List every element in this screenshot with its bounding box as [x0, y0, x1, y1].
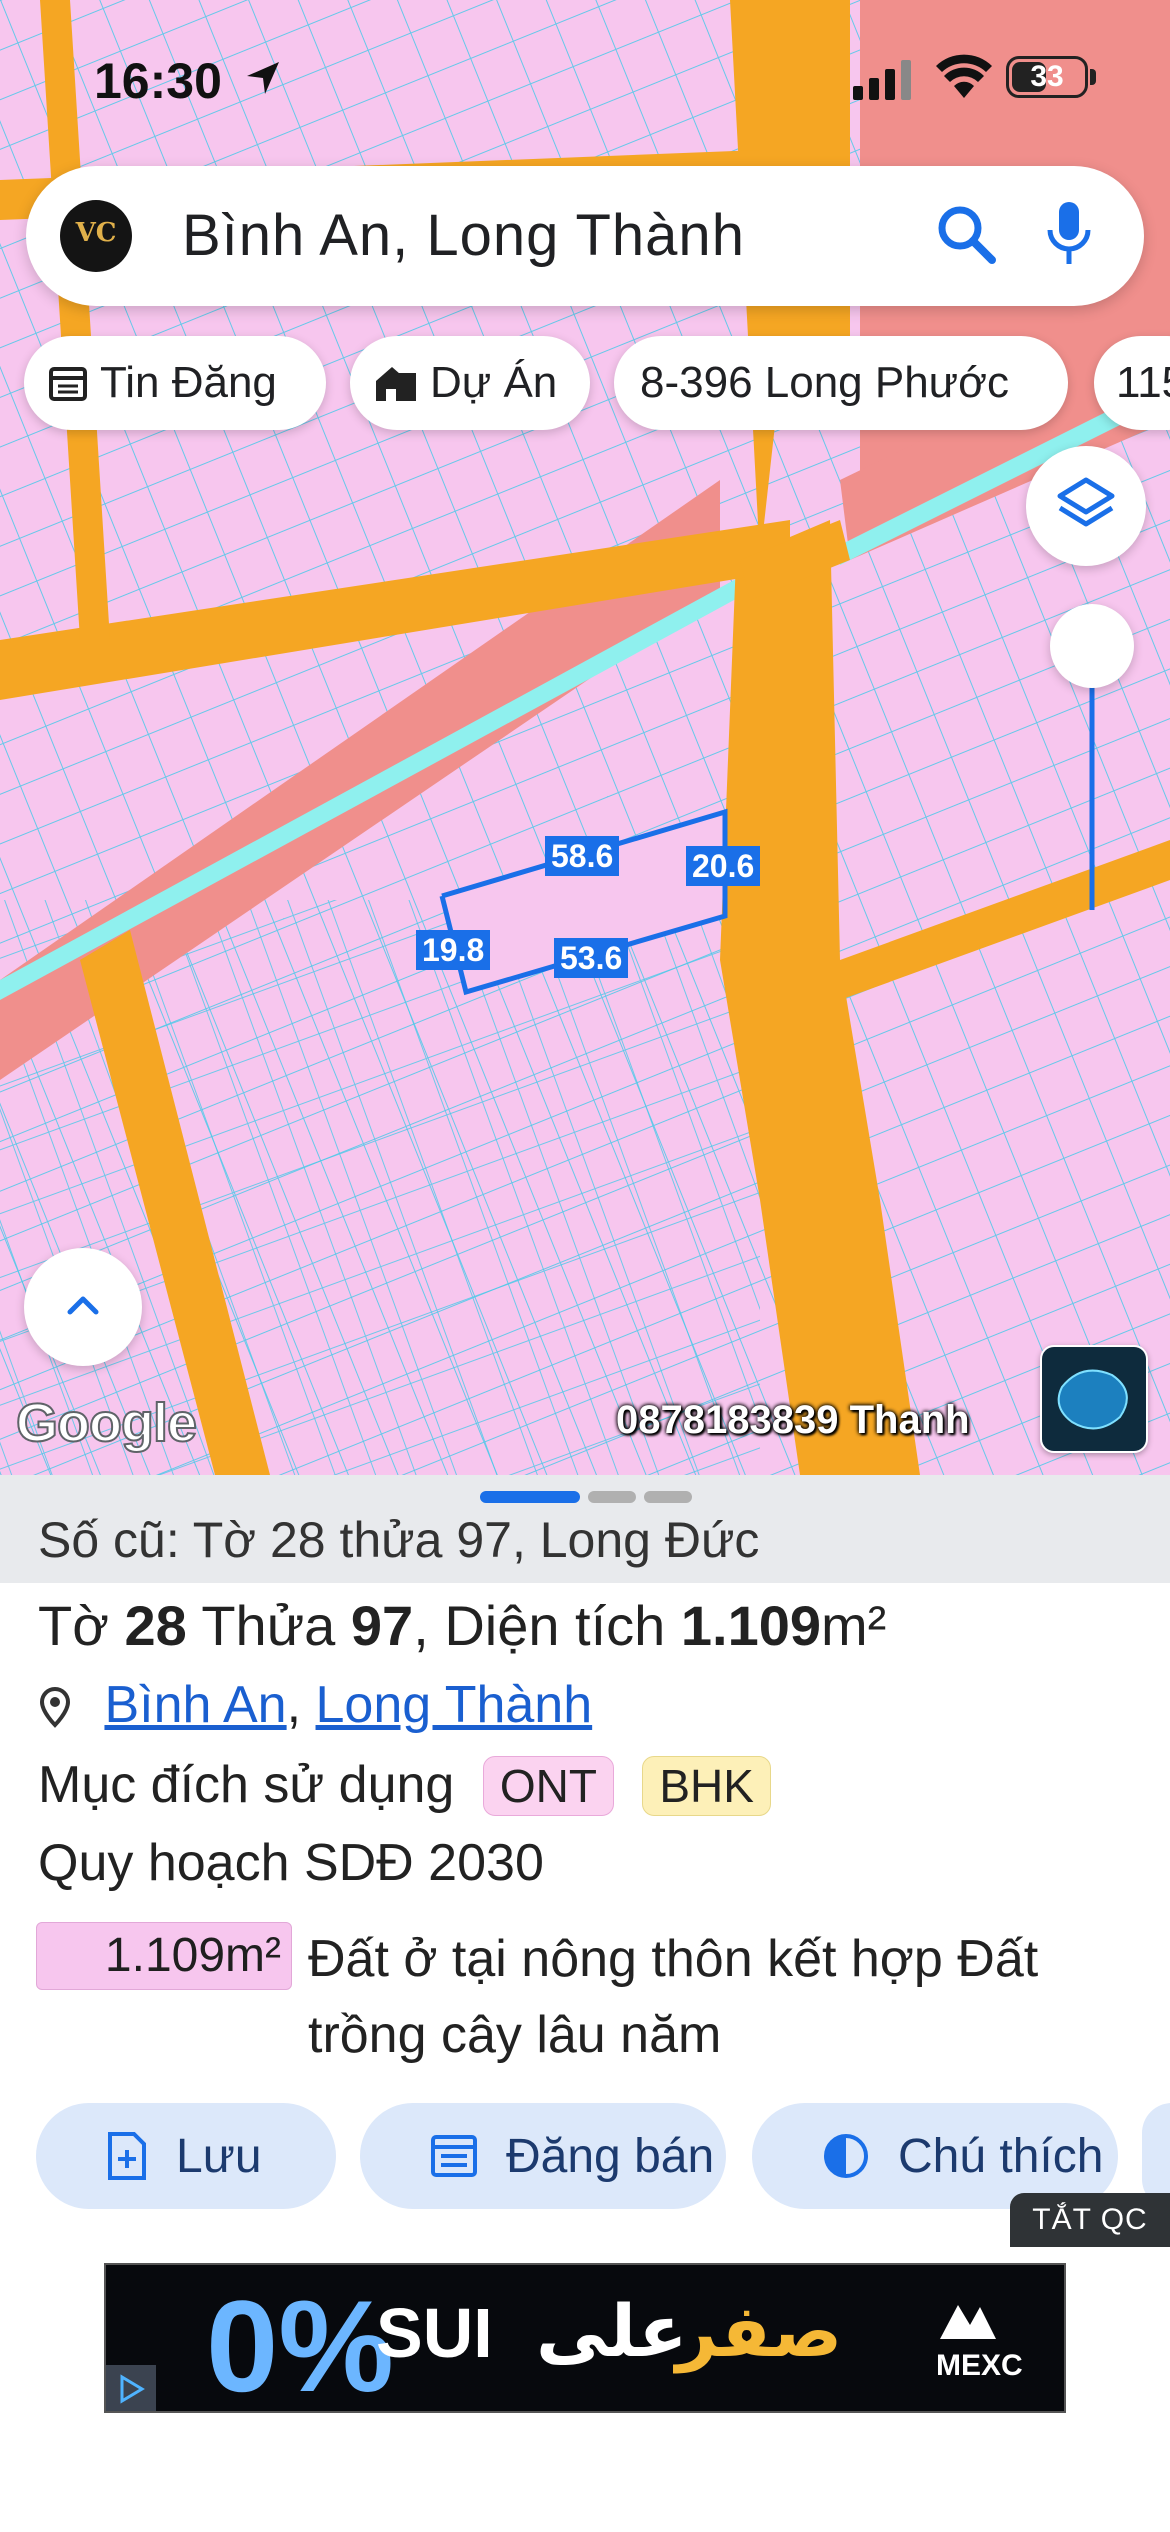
- search-bar[interactable]: VC Bình An, Long Thành: [26, 166, 1144, 306]
- chip-label: Dự Án: [430, 358, 558, 407]
- plan-description: Đất ở tại nông thôn kết hợp Đất trồng câ…: [308, 1930, 1039, 2064]
- chip-address[interactable]: 8-396 Long Phước: [614, 336, 1068, 430]
- parcel-address: Bình An, Long Thành: [38, 1675, 592, 1735]
- bookmark-add-icon: [108, 2132, 146, 2180]
- chip-label: 115: [1116, 358, 1170, 407]
- location-pin-icon: [39, 1687, 71, 1729]
- district-link[interactable]: Long Thành: [316, 1676, 593, 1734]
- dimension-label: 19.8: [416, 930, 491, 970]
- close-ad-button[interactable]: TẮT QC: [1010, 2193, 1170, 2247]
- ad-percent: 0%: [206, 2273, 394, 2413]
- building-icon: [376, 367, 416, 401]
- chip-du-an[interactable]: Dự Án: [350, 336, 590, 430]
- half-circle-icon: [824, 2134, 868, 2178]
- chip-label: 8-396 Long Phước: [640, 358, 1009, 407]
- usage-tag-bhk[interactable]: BHK: [642, 1756, 771, 1816]
- dimension-label: 58.6: [545, 836, 620, 876]
- status-time: 16:30: [94, 53, 222, 109]
- app-logo[interactable]: VC: [60, 200, 132, 272]
- minimap-thumbnail[interactable]: [1040, 1345, 1148, 1453]
- plan-area-badge: 1.109m²: [36, 1922, 292, 1990]
- ward-link[interactable]: Bình An: [104, 1676, 286, 1734]
- chip-label: Tin Đăng: [100, 358, 277, 407]
- calendar-list-icon: [431, 2135, 477, 2177]
- layers-icon: [1057, 477, 1115, 527]
- dimension-label: 20.6: [686, 846, 761, 886]
- ad-brand: MEXC: [936, 2349, 1023, 2382]
- sheet-page-indicator[interactable]: [480, 1491, 700, 1509]
- parcel-info-sheet[interactable]: Số cũ: Tờ 28 thửa 97, Long Đức Tờ 28 Thử…: [0, 1475, 1170, 2532]
- status-bar: 16:30 33: [0, 48, 1170, 109]
- battery-icon: 33: [1006, 56, 1088, 98]
- usage-tag-ont[interactable]: ONT: [482, 1756, 614, 1816]
- google-logo: Google: [15, 1392, 198, 1454]
- dimension-label: 53.6: [554, 938, 629, 978]
- post-sale-button[interactable]: Đăng bán: [360, 2103, 726, 2209]
- ad-headline-arabic-1: على: [536, 2289, 688, 2373]
- action-label: Đăng bán: [506, 2129, 715, 2183]
- ad-headline-latin: SUI: [376, 2294, 493, 2372]
- cellular-signal-icon: [853, 60, 911, 100]
- calendar-icon: [49, 367, 87, 401]
- chevron-up-icon: [67, 1296, 99, 1315]
- chip-tin-dang[interactable]: Tin Đăng: [24, 336, 326, 430]
- save-button[interactable]: Lưu: [36, 2103, 336, 2209]
- action-label: Chú thích: [898, 2129, 1104, 2183]
- wifi-icon: [936, 54, 992, 98]
- ad-banner[interactable]: 0% SUI على صفر رسوم MEXC: [104, 2263, 1066, 2413]
- parcel-title: Tờ 28 Thửa 97, Diện tích 1.109m²: [38, 1594, 887, 1657]
- search-icon[interactable]: [936, 204, 998, 266]
- usage-row: Mục đích sử dụng ONT BHK: [38, 1755, 771, 1816]
- search-input[interactable]: Bình An, Long Thành: [182, 202, 745, 269]
- watermark-phone: 0878183839 Thanh: [616, 1398, 970, 1442]
- zoom-slider-handle[interactable]: [1050, 604, 1134, 688]
- layers-button[interactable]: [1026, 446, 1146, 566]
- plan-label: Quy hoạch SDĐ 2030: [38, 1834, 544, 1892]
- location-arrow-icon: [247, 62, 279, 94]
- microphone-icon[interactable]: [1046, 200, 1092, 270]
- map-view[interactable]: 58.6 20.6 19.8 53.6 16:30 33 VC Bình An,…: [0, 0, 1170, 1475]
- adchoices-icon[interactable]: [106, 2365, 156, 2413]
- action-label: Lưu: [176, 2129, 262, 2183]
- mexc-logo-icon: [940, 2305, 996, 2339]
- expand-up-button[interactable]: [24, 1248, 142, 1366]
- old-parcel-text: Số cũ: Tờ 28 thửa 97, Long Đức: [38, 1512, 760, 1568]
